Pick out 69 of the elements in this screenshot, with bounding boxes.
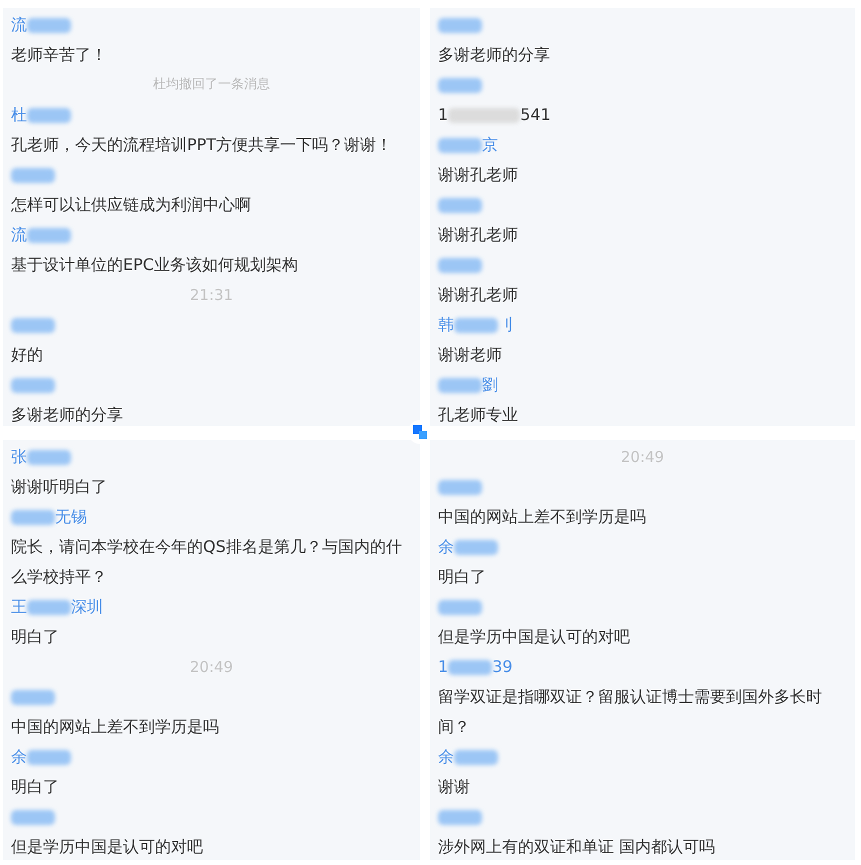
sender-name: 1 bbox=[438, 656, 448, 678]
sender-name: 无锡 bbox=[55, 506, 87, 528]
message-text: 好的 bbox=[11, 344, 44, 366]
blurred-name bbox=[454, 318, 498, 332]
sender-name: 39 bbox=[492, 656, 513, 678]
blurred-name bbox=[27, 228, 71, 242]
sender-name: 流 bbox=[11, 14, 27, 36]
sender-name: 流 bbox=[11, 224, 27, 246]
message-text: 1 bbox=[438, 105, 448, 124]
message-text: 但是学历中国是认可的对吧 bbox=[11, 836, 204, 858]
blurred-name bbox=[11, 168, 55, 182]
message-text: 院长，请问本学校在今年的QS排名是第几？与国内的什么学校持平？ bbox=[11, 536, 403, 588]
blurred-name bbox=[27, 750, 71, 764]
recall-notice: 杜均撤回了一条消息 bbox=[153, 76, 270, 94]
blurred-name bbox=[438, 78, 482, 92]
blurred-name bbox=[27, 108, 71, 122]
blurred-name bbox=[438, 138, 482, 152]
message-text: 老师辛苦了！ bbox=[11, 44, 108, 66]
blurred-name bbox=[11, 510, 55, 524]
message-text: 明白了 bbox=[11, 776, 60, 798]
sender-name: 刂 bbox=[498, 314, 514, 336]
message-text: 基于设计单位的EPC业务该如何规划架构 bbox=[11, 254, 299, 276]
blurred-name bbox=[438, 198, 482, 212]
message-text: 但是学历中国是认可的对吧 bbox=[438, 626, 631, 648]
message-text: 中国的网站上差不到学历是吗 bbox=[438, 506, 647, 528]
sender-name: 王 bbox=[11, 596, 27, 618]
sender-name: 余 bbox=[438, 536, 454, 558]
message-text: 涉外网上有的双证和单证 国内都认可吗 bbox=[438, 836, 716, 858]
sender-name: 京 bbox=[482, 134, 498, 156]
blurred-name bbox=[438, 600, 482, 614]
blurred-name bbox=[11, 690, 55, 704]
blurred-name bbox=[438, 378, 482, 392]
message-text: 多谢老师的分享 bbox=[11, 404, 124, 426]
message-text: 留学双证是指哪双证？留服认证博士需要到国外多长时间？ bbox=[438, 686, 823, 738]
blurred-name bbox=[11, 810, 55, 824]
sender-name: 韩 bbox=[438, 314, 454, 336]
app-logo-icon bbox=[413, 425, 427, 439]
blurred-name bbox=[11, 378, 55, 392]
blurred-name bbox=[27, 600, 71, 614]
message-text: 明白了 bbox=[438, 566, 487, 588]
blurred-name bbox=[27, 18, 71, 32]
blurred-name bbox=[438, 480, 482, 494]
message-text: 谢谢孔老师 bbox=[438, 164, 519, 186]
message-text: 541 bbox=[520, 105, 551, 124]
sender-name: 深圳 bbox=[71, 596, 103, 618]
message-text: 多谢老师的分享 bbox=[438, 44, 551, 66]
blurred-name bbox=[27, 450, 71, 464]
blurred-name bbox=[448, 660, 492, 674]
sender-name: 余 bbox=[438, 746, 454, 768]
blurred-name bbox=[11, 318, 55, 332]
sender-name: 张 bbox=[11, 446, 27, 468]
message-text: 谢谢老师 bbox=[438, 344, 503, 366]
sender-name: 余 bbox=[11, 746, 27, 768]
message-text: 孔老师，今天的流程培训PPT方便共享一下吗？谢谢！ bbox=[11, 134, 394, 156]
blurred-name bbox=[438, 258, 482, 272]
message-text: 怎样可以让供应链成为利润中心啊 bbox=[11, 194, 252, 216]
message-text: 中国的网站上差不到学历是吗 bbox=[11, 716, 220, 738]
message-text: 谢谢孔老师 bbox=[438, 224, 519, 246]
message-text: 谢谢听明白了 bbox=[11, 476, 108, 498]
blurred-name bbox=[438, 18, 482, 32]
message-text: 孔老师专业 bbox=[438, 404, 519, 426]
message-text: 明白了 bbox=[11, 626, 60, 648]
blurred-name bbox=[454, 540, 498, 554]
blurred-name bbox=[454, 750, 498, 764]
message-text: 谢谢 bbox=[438, 776, 471, 798]
message-text: 谢谢孔老师 bbox=[438, 284, 519, 306]
blurred-name bbox=[438, 810, 482, 824]
sender-name: 劉 bbox=[482, 374, 498, 396]
sender-name: 杜 bbox=[11, 104, 27, 126]
